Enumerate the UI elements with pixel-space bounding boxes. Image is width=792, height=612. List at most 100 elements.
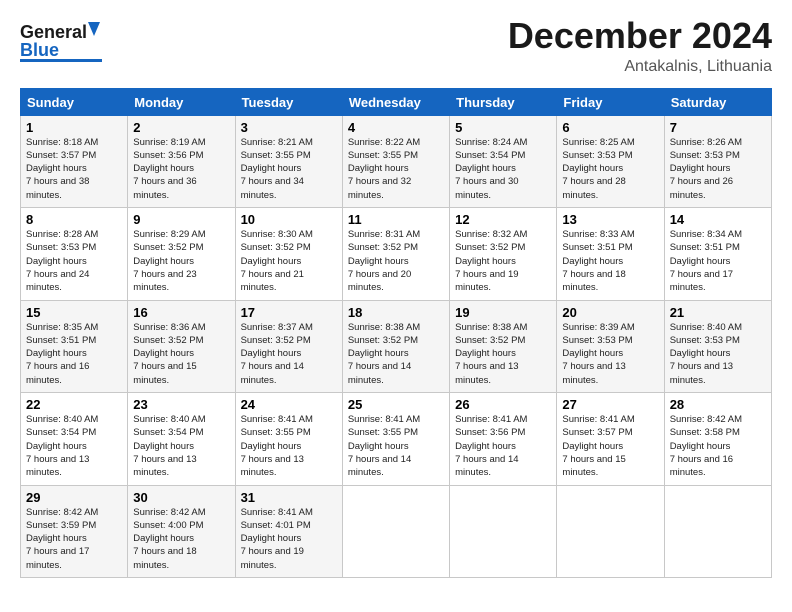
day-cell: 2Sunrise: 8:19 AMSunset: 3:56 PMDaylight… — [128, 115, 235, 207]
week-row-1: 1Sunrise: 8:18 AMSunset: 3:57 PMDaylight… — [21, 115, 772, 207]
day-number: 5 — [455, 120, 551, 135]
day-number: 20 — [562, 305, 658, 320]
day-info: Sunrise: 8:33 AMSunset: 3:51 PMDaylight … — [562, 228, 658, 294]
day-number: 6 — [562, 120, 658, 135]
day-info: Sunrise: 8:18 AMSunset: 3:57 PMDaylight … — [26, 136, 122, 202]
header: General Blue December 2024 Antakalnis, L… — [20, 16, 772, 76]
day-cell: 30Sunrise: 8:42 AMSunset: 4:00 PMDayligh… — [128, 485, 235, 577]
weekday-header-saturday: Saturday — [664, 88, 771, 115]
logo-svg: General Blue — [20, 16, 110, 64]
week-row-2: 8Sunrise: 8:28 AMSunset: 3:53 PMDaylight… — [21, 208, 772, 300]
day-info: Sunrise: 8:34 AMSunset: 3:51 PMDaylight … — [670, 228, 766, 294]
svg-text:Blue: Blue — [20, 40, 59, 60]
day-cell — [557, 485, 664, 577]
day-cell: 14Sunrise: 8:34 AMSunset: 3:51 PMDayligh… — [664, 208, 771, 300]
day-info: Sunrise: 8:38 AMSunset: 3:52 PMDaylight … — [455, 321, 551, 387]
day-info: Sunrise: 8:41 AMSunset: 3:56 PMDaylight … — [455, 413, 551, 479]
day-cell: 6Sunrise: 8:25 AMSunset: 3:53 PMDaylight… — [557, 115, 664, 207]
logo: General Blue — [20, 16, 110, 64]
day-info: Sunrise: 8:25 AMSunset: 3:53 PMDaylight … — [562, 136, 658, 202]
day-info: Sunrise: 8:37 AMSunset: 3:52 PMDaylight … — [241, 321, 337, 387]
day-cell: 10Sunrise: 8:30 AMSunset: 3:52 PMDayligh… — [235, 208, 342, 300]
weekday-header-row: SundayMondayTuesdayWednesdayThursdayFrid… — [21, 88, 772, 115]
day-info: Sunrise: 8:30 AMSunset: 3:52 PMDaylight … — [241, 228, 337, 294]
day-number: 21 — [670, 305, 766, 320]
day-cell: 7Sunrise: 8:26 AMSunset: 3:53 PMDaylight… — [664, 115, 771, 207]
day-cell: 21Sunrise: 8:40 AMSunset: 3:53 PMDayligh… — [664, 300, 771, 392]
location-title: Antakalnis, Lithuania — [508, 58, 772, 76]
week-row-3: 15Sunrise: 8:35 AMSunset: 3:51 PMDayligh… — [21, 300, 772, 392]
day-cell: 19Sunrise: 8:38 AMSunset: 3:52 PMDayligh… — [450, 300, 557, 392]
day-info: Sunrise: 8:28 AMSunset: 3:53 PMDaylight … — [26, 228, 122, 294]
day-info: Sunrise: 8:41 AMSunset: 3:57 PMDaylight … — [562, 413, 658, 479]
day-cell: 22Sunrise: 8:40 AMSunset: 3:54 PMDayligh… — [21, 393, 128, 485]
day-number: 18 — [348, 305, 444, 320]
day-info: Sunrise: 8:40 AMSunset: 3:54 PMDaylight … — [133, 413, 229, 479]
day-cell — [342, 485, 449, 577]
day-info: Sunrise: 8:42 AMSunset: 3:58 PMDaylight … — [670, 413, 766, 479]
title-block: December 2024 Antakalnis, Lithuania — [508, 16, 772, 76]
day-number: 16 — [133, 305, 229, 320]
day-number: 15 — [26, 305, 122, 320]
day-number: 11 — [348, 212, 444, 227]
day-number: 9 — [133, 212, 229, 227]
day-cell: 3Sunrise: 8:21 AMSunset: 3:55 PMDaylight… — [235, 115, 342, 207]
day-cell: 23Sunrise: 8:40 AMSunset: 3:54 PMDayligh… — [128, 393, 235, 485]
day-cell: 15Sunrise: 8:35 AMSunset: 3:51 PMDayligh… — [21, 300, 128, 392]
day-info: Sunrise: 8:36 AMSunset: 3:52 PMDaylight … — [133, 321, 229, 387]
day-number: 8 — [26, 212, 122, 227]
day-info: Sunrise: 8:38 AMSunset: 3:52 PMDaylight … — [348, 321, 444, 387]
day-info: Sunrise: 8:39 AMSunset: 3:53 PMDaylight … — [562, 321, 658, 387]
day-info: Sunrise: 8:42 AMSunset: 4:00 PMDaylight … — [133, 506, 229, 572]
day-cell: 8Sunrise: 8:28 AMSunset: 3:53 PMDaylight… — [21, 208, 128, 300]
day-info: Sunrise: 8:41 AMSunset: 3:55 PMDaylight … — [348, 413, 444, 479]
day-cell: 18Sunrise: 8:38 AMSunset: 3:52 PMDayligh… — [342, 300, 449, 392]
day-number: 7 — [670, 120, 766, 135]
day-info: Sunrise: 8:42 AMSunset: 3:59 PMDaylight … — [26, 506, 122, 572]
day-number: 1 — [26, 120, 122, 135]
day-info: Sunrise: 8:22 AMSunset: 3:55 PMDaylight … — [348, 136, 444, 202]
day-cell: 5Sunrise: 8:24 AMSunset: 3:54 PMDaylight… — [450, 115, 557, 207]
day-cell: 20Sunrise: 8:39 AMSunset: 3:53 PMDayligh… — [557, 300, 664, 392]
day-number: 10 — [241, 212, 337, 227]
day-info: Sunrise: 8:19 AMSunset: 3:56 PMDaylight … — [133, 136, 229, 202]
week-row-5: 29Sunrise: 8:42 AMSunset: 3:59 PMDayligh… — [21, 485, 772, 577]
day-number: 13 — [562, 212, 658, 227]
day-cell: 17Sunrise: 8:37 AMSunset: 3:52 PMDayligh… — [235, 300, 342, 392]
weekday-header-monday: Monday — [128, 88, 235, 115]
day-number: 2 — [133, 120, 229, 135]
day-number: 23 — [133, 397, 229, 412]
weekday-header-thursday: Thursday — [450, 88, 557, 115]
day-cell: 31Sunrise: 8:41 AMSunset: 4:01 PMDayligh… — [235, 485, 342, 577]
day-info: Sunrise: 8:26 AMSunset: 3:53 PMDaylight … — [670, 136, 766, 202]
page: General Blue December 2024 Antakalnis, L… — [0, 0, 792, 588]
day-number: 3 — [241, 120, 337, 135]
day-info: Sunrise: 8:35 AMSunset: 3:51 PMDaylight … — [26, 321, 122, 387]
day-info: Sunrise: 8:40 AMSunset: 3:53 PMDaylight … — [670, 321, 766, 387]
calendar-table: SundayMondayTuesdayWednesdayThursdayFrid… — [20, 88, 772, 578]
day-cell: 13Sunrise: 8:33 AMSunset: 3:51 PMDayligh… — [557, 208, 664, 300]
day-number: 17 — [241, 305, 337, 320]
day-number: 29 — [26, 490, 122, 505]
day-cell: 28Sunrise: 8:42 AMSunset: 3:58 PMDayligh… — [664, 393, 771, 485]
day-cell: 16Sunrise: 8:36 AMSunset: 3:52 PMDayligh… — [128, 300, 235, 392]
day-info: Sunrise: 8:41 AMSunset: 3:55 PMDaylight … — [241, 413, 337, 479]
day-info: Sunrise: 8:29 AMSunset: 3:52 PMDaylight … — [133, 228, 229, 294]
day-info: Sunrise: 8:40 AMSunset: 3:54 PMDaylight … — [26, 413, 122, 479]
weekday-header-tuesday: Tuesday — [235, 88, 342, 115]
day-cell: 29Sunrise: 8:42 AMSunset: 3:59 PMDayligh… — [21, 485, 128, 577]
day-cell: 9Sunrise: 8:29 AMSunset: 3:52 PMDaylight… — [128, 208, 235, 300]
day-number: 22 — [26, 397, 122, 412]
day-cell: 25Sunrise: 8:41 AMSunset: 3:55 PMDayligh… — [342, 393, 449, 485]
day-cell: 4Sunrise: 8:22 AMSunset: 3:55 PMDaylight… — [342, 115, 449, 207]
day-cell: 11Sunrise: 8:31 AMSunset: 3:52 PMDayligh… — [342, 208, 449, 300]
svg-text:General: General — [20, 22, 87, 42]
day-number: 12 — [455, 212, 551, 227]
day-number: 4 — [348, 120, 444, 135]
weekday-header-sunday: Sunday — [21, 88, 128, 115]
day-cell: 26Sunrise: 8:41 AMSunset: 3:56 PMDayligh… — [450, 393, 557, 485]
day-number: 19 — [455, 305, 551, 320]
day-cell: 27Sunrise: 8:41 AMSunset: 3:57 PMDayligh… — [557, 393, 664, 485]
day-cell — [664, 485, 771, 577]
day-cell: 24Sunrise: 8:41 AMSunset: 3:55 PMDayligh… — [235, 393, 342, 485]
